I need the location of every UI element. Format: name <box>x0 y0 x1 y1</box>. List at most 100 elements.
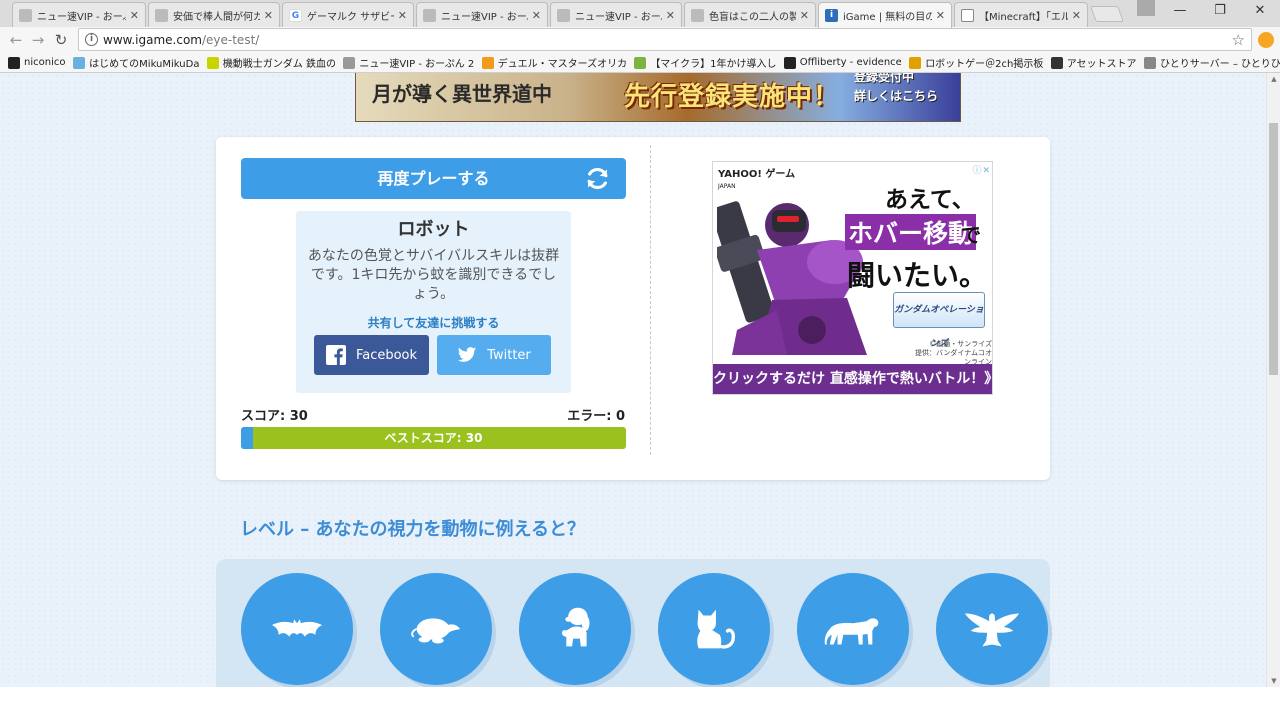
banner-right-line1: 登録受付中 <box>854 73 915 84</box>
banner-center-text: 先行登録実施中！ <box>624 82 841 112</box>
close-window-button[interactable]: ✕ <box>1240 0 1280 24</box>
bookmark-item[interactable]: デュエル・マスターズオリカ <box>474 55 627 70</box>
eagle-icon <box>964 613 1020 647</box>
close-tab-icon[interactable]: ✕ <box>532 9 541 22</box>
minimize-button[interactable]: — <box>1160 0 1200 24</box>
ad-credit1: ©創通・サンライズ <box>929 340 992 348</box>
error-text: エラー: 0 <box>567 409 625 424</box>
banner-right-line2: 詳しくはこちら <box>854 89 939 103</box>
facebook-share-button[interactable]: Facebook <box>314 335 429 375</box>
tab-title: ニュー速VIP - おーぷん <box>575 11 662 23</box>
bookmark-item[interactable]: niconico <box>0 56 65 69</box>
bookmark-item[interactable]: Offliberty - evidence <box>776 56 902 69</box>
url-text: www.igame.com/eye-test/ <box>103 33 259 47</box>
power-icon <box>783 56 796 69</box>
forward-icon[interactable]: → <box>28 30 48 50</box>
replay-button[interactable]: 再度プレーする <box>241 158 626 199</box>
share-prompt: 共有して友達に挑戦する <box>367 316 500 330</box>
scrollbar-thumb[interactable] <box>1269 123 1278 375</box>
bookmark-item[interactable]: 【マイクラ】1年かけ導入し <box>626 55 776 70</box>
back-icon[interactable]: ← <box>6 30 26 50</box>
bookmark-item[interactable]: ニュー速VIP - おーぷん 2 <box>335 55 474 70</box>
browser-tab[interactable]: ニュー速VIP - おーぷん ✕ <box>416 2 548 27</box>
dog-icon <box>562 607 590 647</box>
banner-left-text: 月が導く異世界道中 <box>372 82 552 106</box>
ad-credits: ©創通・サンライズ 提供：バンダイナムコオンライン <box>909 340 992 367</box>
facebook-icon <box>325 345 346 365</box>
browser-tab[interactable]: 安価で棒人間が何カ ✕ <box>148 2 280 27</box>
profile-icon[interactable] <box>1137 0 1155 16</box>
browser-tab[interactable]: 【Minecraft】「エルダ ✕ <box>954 2 1088 27</box>
level-cat[interactable] <box>658 573 770 685</box>
browser-tab-active[interactable]: i iGame | 無料の目の ✕ <box>818 2 952 28</box>
browser-tab[interactable]: 色盲はこの二人の製 ✕ <box>684 2 816 27</box>
close-tab-icon[interactable]: ✕ <box>936 9 945 22</box>
close-tab-icon[interactable]: ✕ <box>800 9 809 22</box>
extension-icon[interactable] <box>1258 32 1274 48</box>
twitter-icon <box>458 347 477 362</box>
close-tab-icon[interactable]: ✕ <box>1072 9 1081 22</box>
level-mole[interactable] <box>380 573 492 685</box>
lioness-icon <box>824 618 879 645</box>
address-bar[interactable]: i www.igame.com/eye-test/ ☆ <box>78 28 1252 51</box>
ad-close-marks[interactable]: ⓘ✕ <box>972 163 991 176</box>
tab-title: iGame | 無料の目の <box>843 12 932 23</box>
close-tab-icon[interactable]: ✕ <box>398 9 407 22</box>
side-ad[interactable]: YAHOO! ゲーム JAPAN ⓘ✕ あえて、 ホバー移動 で 闘いたい。 ガン… <box>712 161 993 395</box>
bookmark-item[interactable]: はじめてのMikuMikuDa <box>65 55 199 70</box>
close-tab-icon[interactable]: ✕ <box>264 9 273 22</box>
level-dog[interactable] <box>519 573 631 685</box>
level-eagle[interactable] <box>936 573 1048 685</box>
twitter-label: Twitter <box>487 347 531 363</box>
browser-tab[interactable]: ニュー速VIP - おーぷん ✕ <box>12 2 146 27</box>
close-tab-icon[interactable]: ✕ <box>666 9 675 22</box>
cat-icon <box>697 609 736 649</box>
bookmark-item[interactable]: 機動戦士ガンダム 鉄血の <box>199 55 335 70</box>
url-host: www.igame.com <box>103 33 202 47</box>
level-bat[interactable] <box>241 573 353 685</box>
twitter-share-button[interactable]: Twitter <box>437 335 551 375</box>
bookmark-item[interactable]: アセットストア <box>1043 55 1136 70</box>
restore-button[interactable]: ❐ <box>1200 0 1240 24</box>
google-icon: G <box>289 8 302 22</box>
browser-toolbar: ← → ↻ i www.igame.com/eye-test/ ☆ <box>0 27 1280 53</box>
vip-face-icon <box>423 8 436 22</box>
bookmark-item[interactable]: ロボットゲー＠2ch掲示板 <box>901 55 1043 70</box>
scroll-down-icon[interactable]: ▼ <box>1267 677 1280 685</box>
level-heading: レベル – あなたの視力を動物に例えると？ <box>240 519 585 540</box>
url-path: /eye-test/ <box>201 33 260 47</box>
bookmark-label: Offliberty - evidence <box>799 57 902 68</box>
bookmark-item[interactable]: ひとりサーバー – ひとりひ <box>1136 55 1280 70</box>
info-icon[interactable]: i <box>85 33 98 46</box>
tab-title: 安価で棒人間が何カ <box>173 11 260 23</box>
minecraft-icon <box>634 56 647 69</box>
result-box: ロボット あなたの色覚とサバイバルスキルは抜群です。1キロ先から蚊を識別できるで… <box>296 211 571 393</box>
bottom-area <box>0 687 1280 720</box>
top-ad-banner[interactable]: 月が導く異世界道中 先行登録実施中！ 登録受付中詳しくはこちら <box>355 73 961 122</box>
vip-face-icon <box>155 8 168 22</box>
close-tab-icon[interactable]: ✕ <box>130 9 139 22</box>
bookmark-label: デュエル・マスターズオリカ <box>497 59 627 70</box>
vertical-scrollbar[interactable]: ▲ ▼ <box>1266 73 1280 687</box>
new-tab-button[interactable] <box>1090 6 1124 22</box>
niconico-icon <box>8 56 20 69</box>
bookmark-star-icon[interactable]: ☆ <box>1232 31 1245 49</box>
ad-line1: あえて、 <box>885 187 975 213</box>
vip-face-icon <box>19 8 32 22</box>
vip-face-icon <box>343 56 356 69</box>
browser-tab[interactable]: G ゲーマルク サザビー - G ✕ <box>282 2 414 27</box>
mole-icon <box>411 618 461 644</box>
ad-cta: クリックするだけ 直感操作で熱いバトル！》 <box>713 364 992 394</box>
replay-label: 再度プレーする <box>377 169 490 188</box>
mmd-icon <box>73 56 86 69</box>
2ch-icon <box>909 56 922 69</box>
reload-icon[interactable]: ↻ <box>51 30 71 50</box>
tab-title: ゲーマルク サザビー - G <box>307 11 394 23</box>
page-viewport: 月が導く異世界道中 先行登録実施中！ 登録受付中 詳しくはこちら 再度プレーする … <box>0 73 1266 687</box>
scroll-up-icon[interactable]: ▲ <box>1267 75 1280 83</box>
score-text: スコア: 30 <box>241 409 308 424</box>
tab-strip: ニュー速VIP - おーぷん ✕ 安価で棒人間が何カ ✕ G ゲーマルク サザビ… <box>0 0 1280 28</box>
page-icon <box>1144 56 1157 69</box>
level-lioness[interactable] <box>797 573 909 685</box>
browser-tab[interactable]: ニュー速VIP - おーぷん ✕ <box>550 2 682 27</box>
